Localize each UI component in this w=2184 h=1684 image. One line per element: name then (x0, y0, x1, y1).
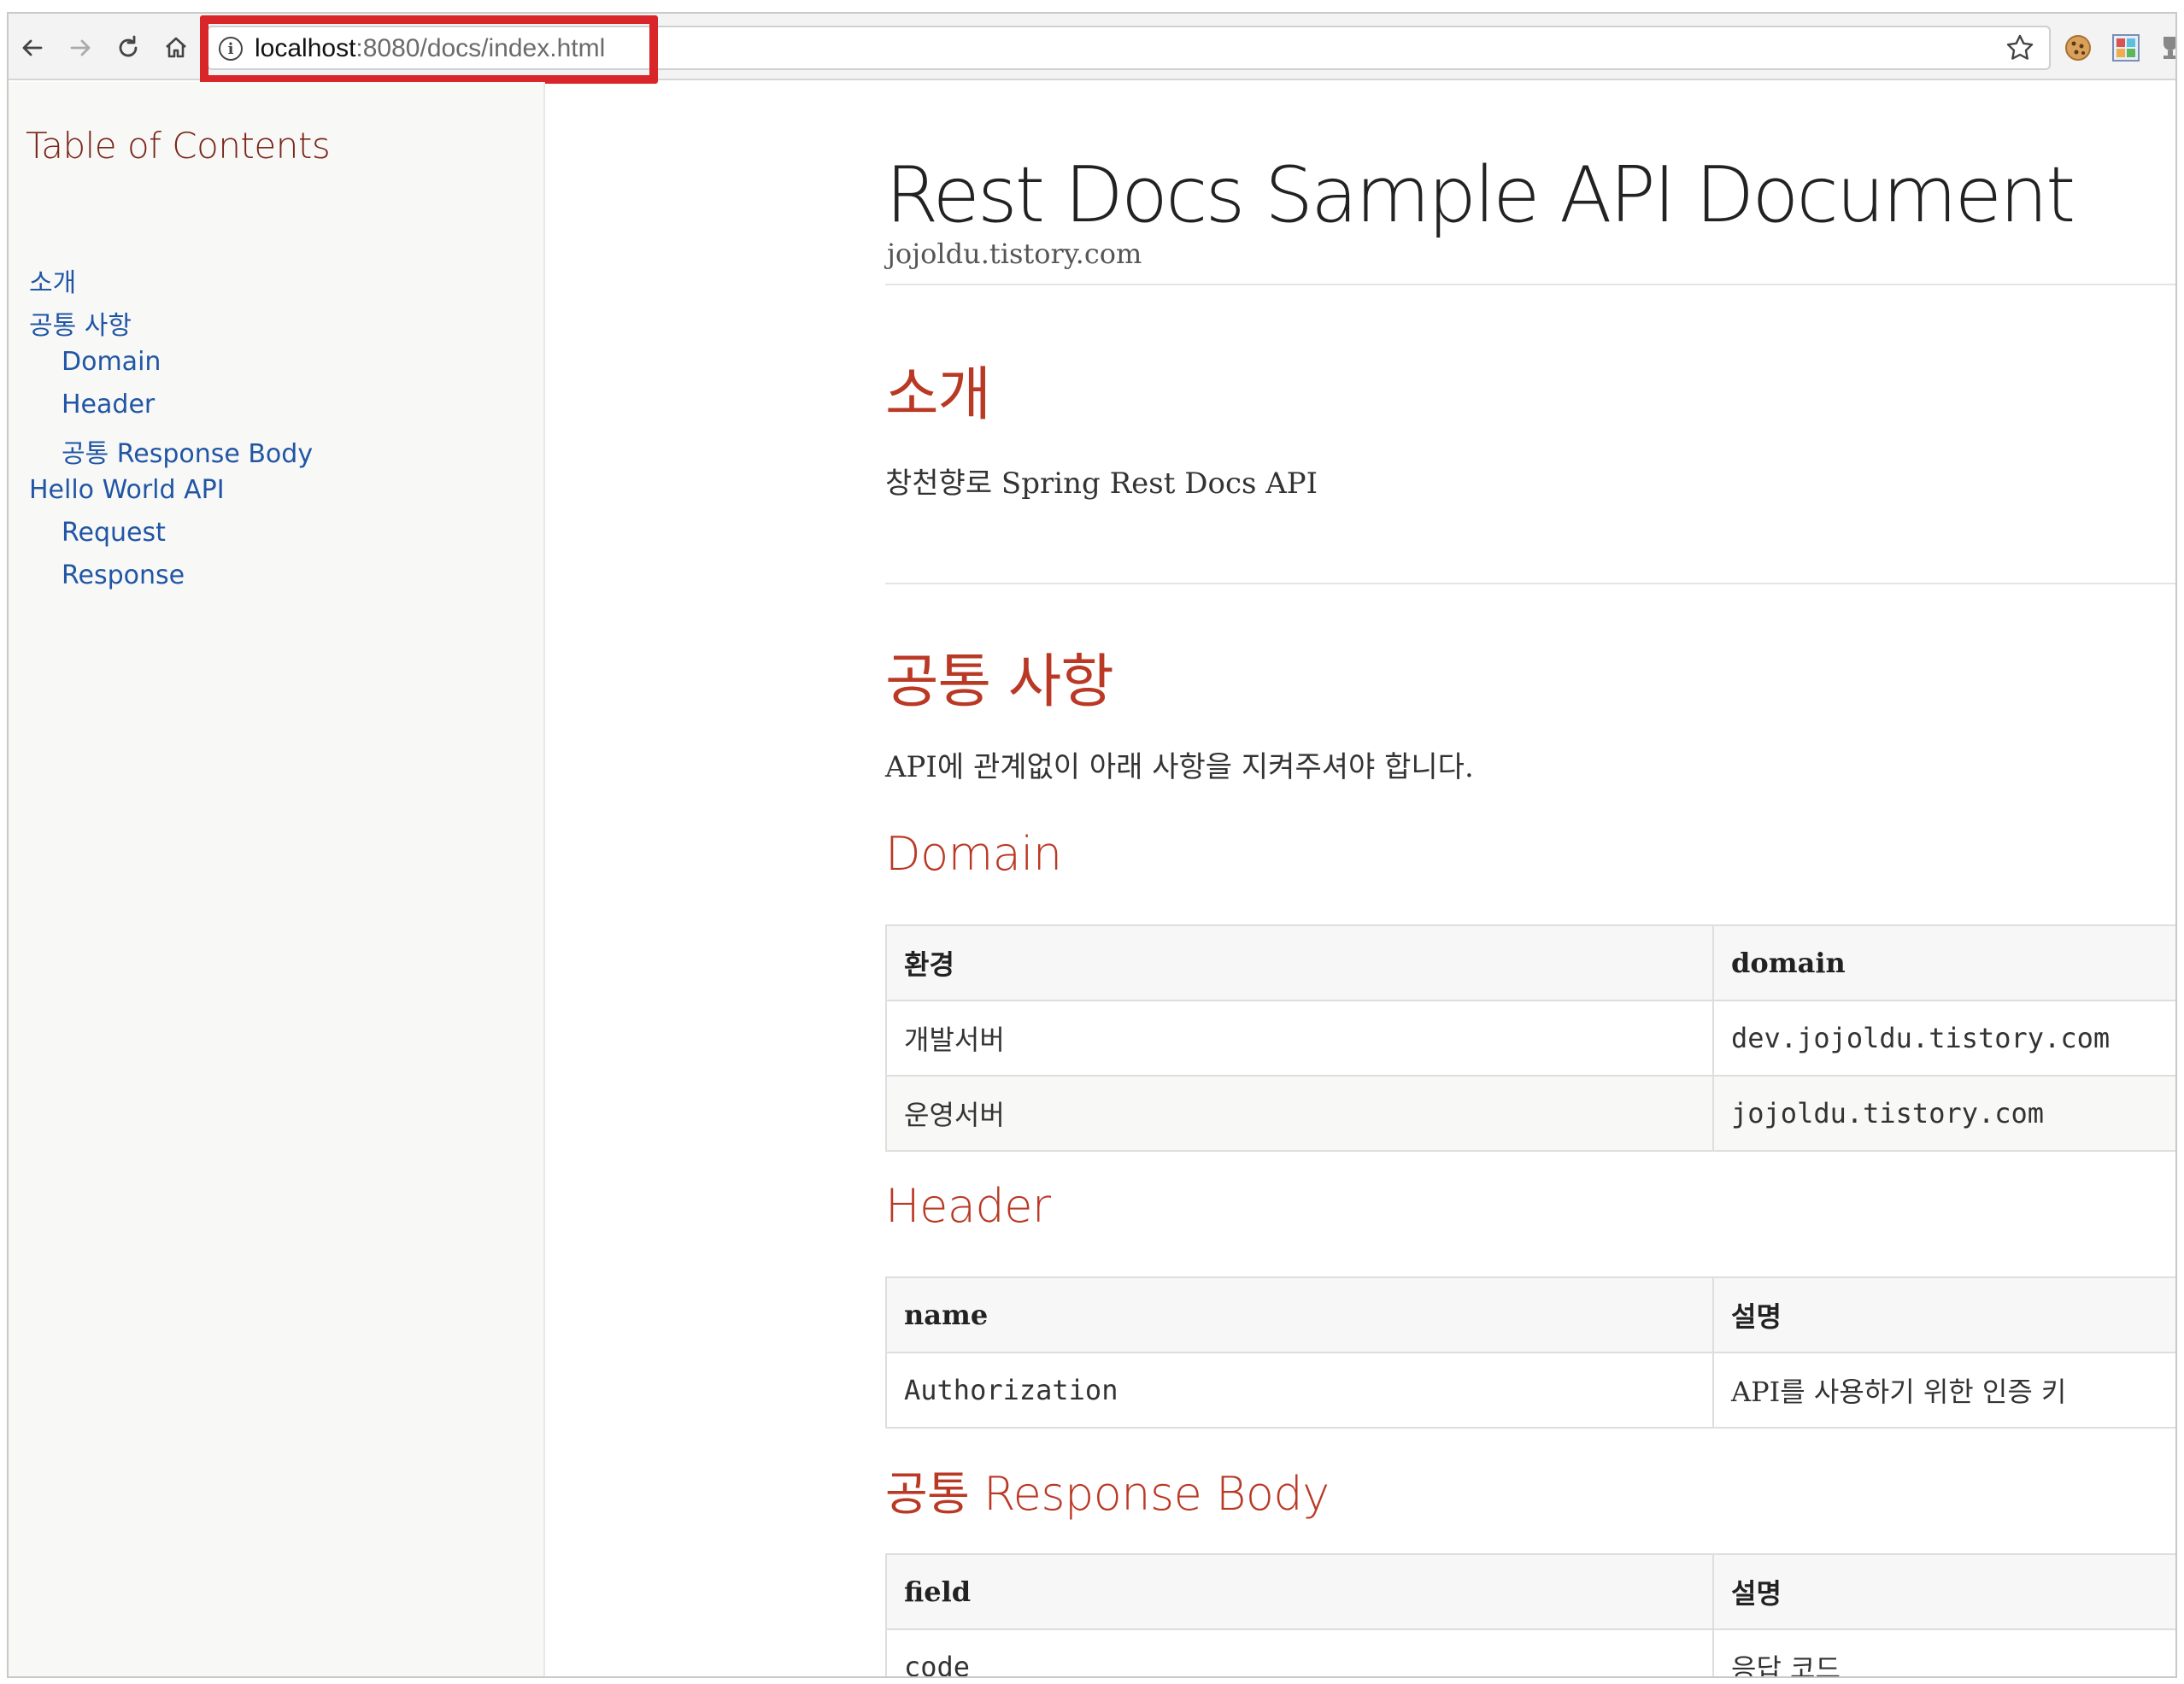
table-header-cell: domain (1712, 924, 2175, 1001)
table-cell: jojoldu.tistory.com (1712, 1075, 2175, 1152)
subsection-heading-header: Header (885, 1179, 1051, 1233)
toc-link-response-body[interactable]: 공통 Response Body (62, 432, 313, 470)
table-cell: code (885, 1628, 1714, 1676)
toc-link-hello-world[interactable]: Hello World API (29, 475, 225, 505)
section-heading-common: 공통 사항 (885, 648, 1114, 716)
info-icon[interactable]: i (219, 37, 243, 61)
cookie-extension-icon[interactable] (2063, 32, 2093, 63)
table-row: Authorization API를 사용하기 위한 인증 키 (885, 1352, 2175, 1429)
section-heading-intro: 소개 (885, 361, 991, 429)
reload-icon[interactable] (109, 29, 147, 67)
page-subtitle: jojoldu.tistory.com (887, 238, 1142, 270)
table-header-row: 환경 domain (885, 924, 2175, 1001)
table-header-row: name 설명 (885, 1276, 2175, 1353)
header-table: name 설명 Authorization API를 사용하기 위한 인증 키 (885, 1276, 2175, 1429)
browser-toolbar: i localhost:8080/docs/index.html (9, 14, 2175, 84)
url-path: :8080/docs/index.html (355, 34, 606, 62)
table-cell: Authorization (885, 1352, 1714, 1429)
trophy-extension-icon[interactable] (2155, 32, 2175, 63)
toc-sidebar: Table of Contents 소개 공통 사항 Domain Header… (9, 82, 545, 1676)
intro-text: 창천향로 Spring Rest Docs API (885, 466, 1318, 501)
doc-content: Rest Docs Sample API Document jojoldu.ti… (547, 82, 2175, 1676)
home-icon[interactable] (157, 29, 195, 67)
table-row: code 응답 코드 (885, 1628, 2175, 1676)
page-title: Rest Docs Sample API Document (885, 150, 2075, 240)
section-divider (885, 583, 2175, 584)
subsection-heading-response-body: 공통 Response Body (885, 1467, 1330, 1521)
common-text: API에 관계없이 아래 사항을 지켜주셔야 합니다. (885, 750, 1474, 784)
domain-table: 환경 domain 개발서버 dev.jojoldu.tistory.com 운… (885, 924, 2175, 1152)
bookmark-star-icon[interactable] (2005, 32, 2035, 63)
browser-window: i localhost:8080/docs/index.html Table o… (7, 12, 2177, 1678)
table-row: 개발서버 dev.jojoldu.tistory.com (885, 1000, 2175, 1077)
toc-link-request[interactable]: Request (62, 518, 166, 548)
table-header-cell: 환경 (885, 924, 1714, 1001)
table-header-cell: name (885, 1276, 1714, 1353)
toc-link-domain[interactable]: Domain (62, 347, 161, 377)
url-host: localhost (255, 34, 356, 62)
toc-link-response[interactable]: Response (62, 560, 185, 590)
toc-title: Table of Contents (26, 125, 331, 167)
table-row: 운영서버 jojoldu.tistory.com (885, 1075, 2175, 1152)
table-cell: 응답 코드 (1712, 1628, 2175, 1676)
back-arrow-icon[interactable] (14, 29, 51, 67)
table-cell: 운영서버 (885, 1075, 1714, 1152)
title-divider (885, 284, 2175, 285)
table-header-cell: 설명 (1712, 1553, 2175, 1630)
subsection-heading-domain: Domain (885, 827, 1062, 881)
table-cell: 개발서버 (885, 1000, 1714, 1077)
forward-arrow-icon[interactable] (62, 29, 99, 67)
toc-link-header[interactable]: Header (62, 390, 155, 420)
table-cell: dev.jojoldu.tistory.com (1712, 1000, 2175, 1077)
toc-link-intro[interactable]: 소개 (29, 261, 76, 299)
response-body-table: field 설명 code 응답 코드 (885, 1553, 2175, 1676)
table-cell: API를 사용하기 위한 인증 키 (1712, 1352, 2175, 1429)
url-text[interactable]: localhost:8080/docs/index.html (255, 34, 605, 63)
grid-extension-icon[interactable] (2111, 32, 2141, 63)
table-header-cell: 설명 (1712, 1276, 2175, 1353)
table-header-row: field 설명 (885, 1553, 2175, 1630)
table-header-cell: field (885, 1553, 1714, 1630)
toc-link-common[interactable]: 공통 사항 (29, 304, 132, 342)
